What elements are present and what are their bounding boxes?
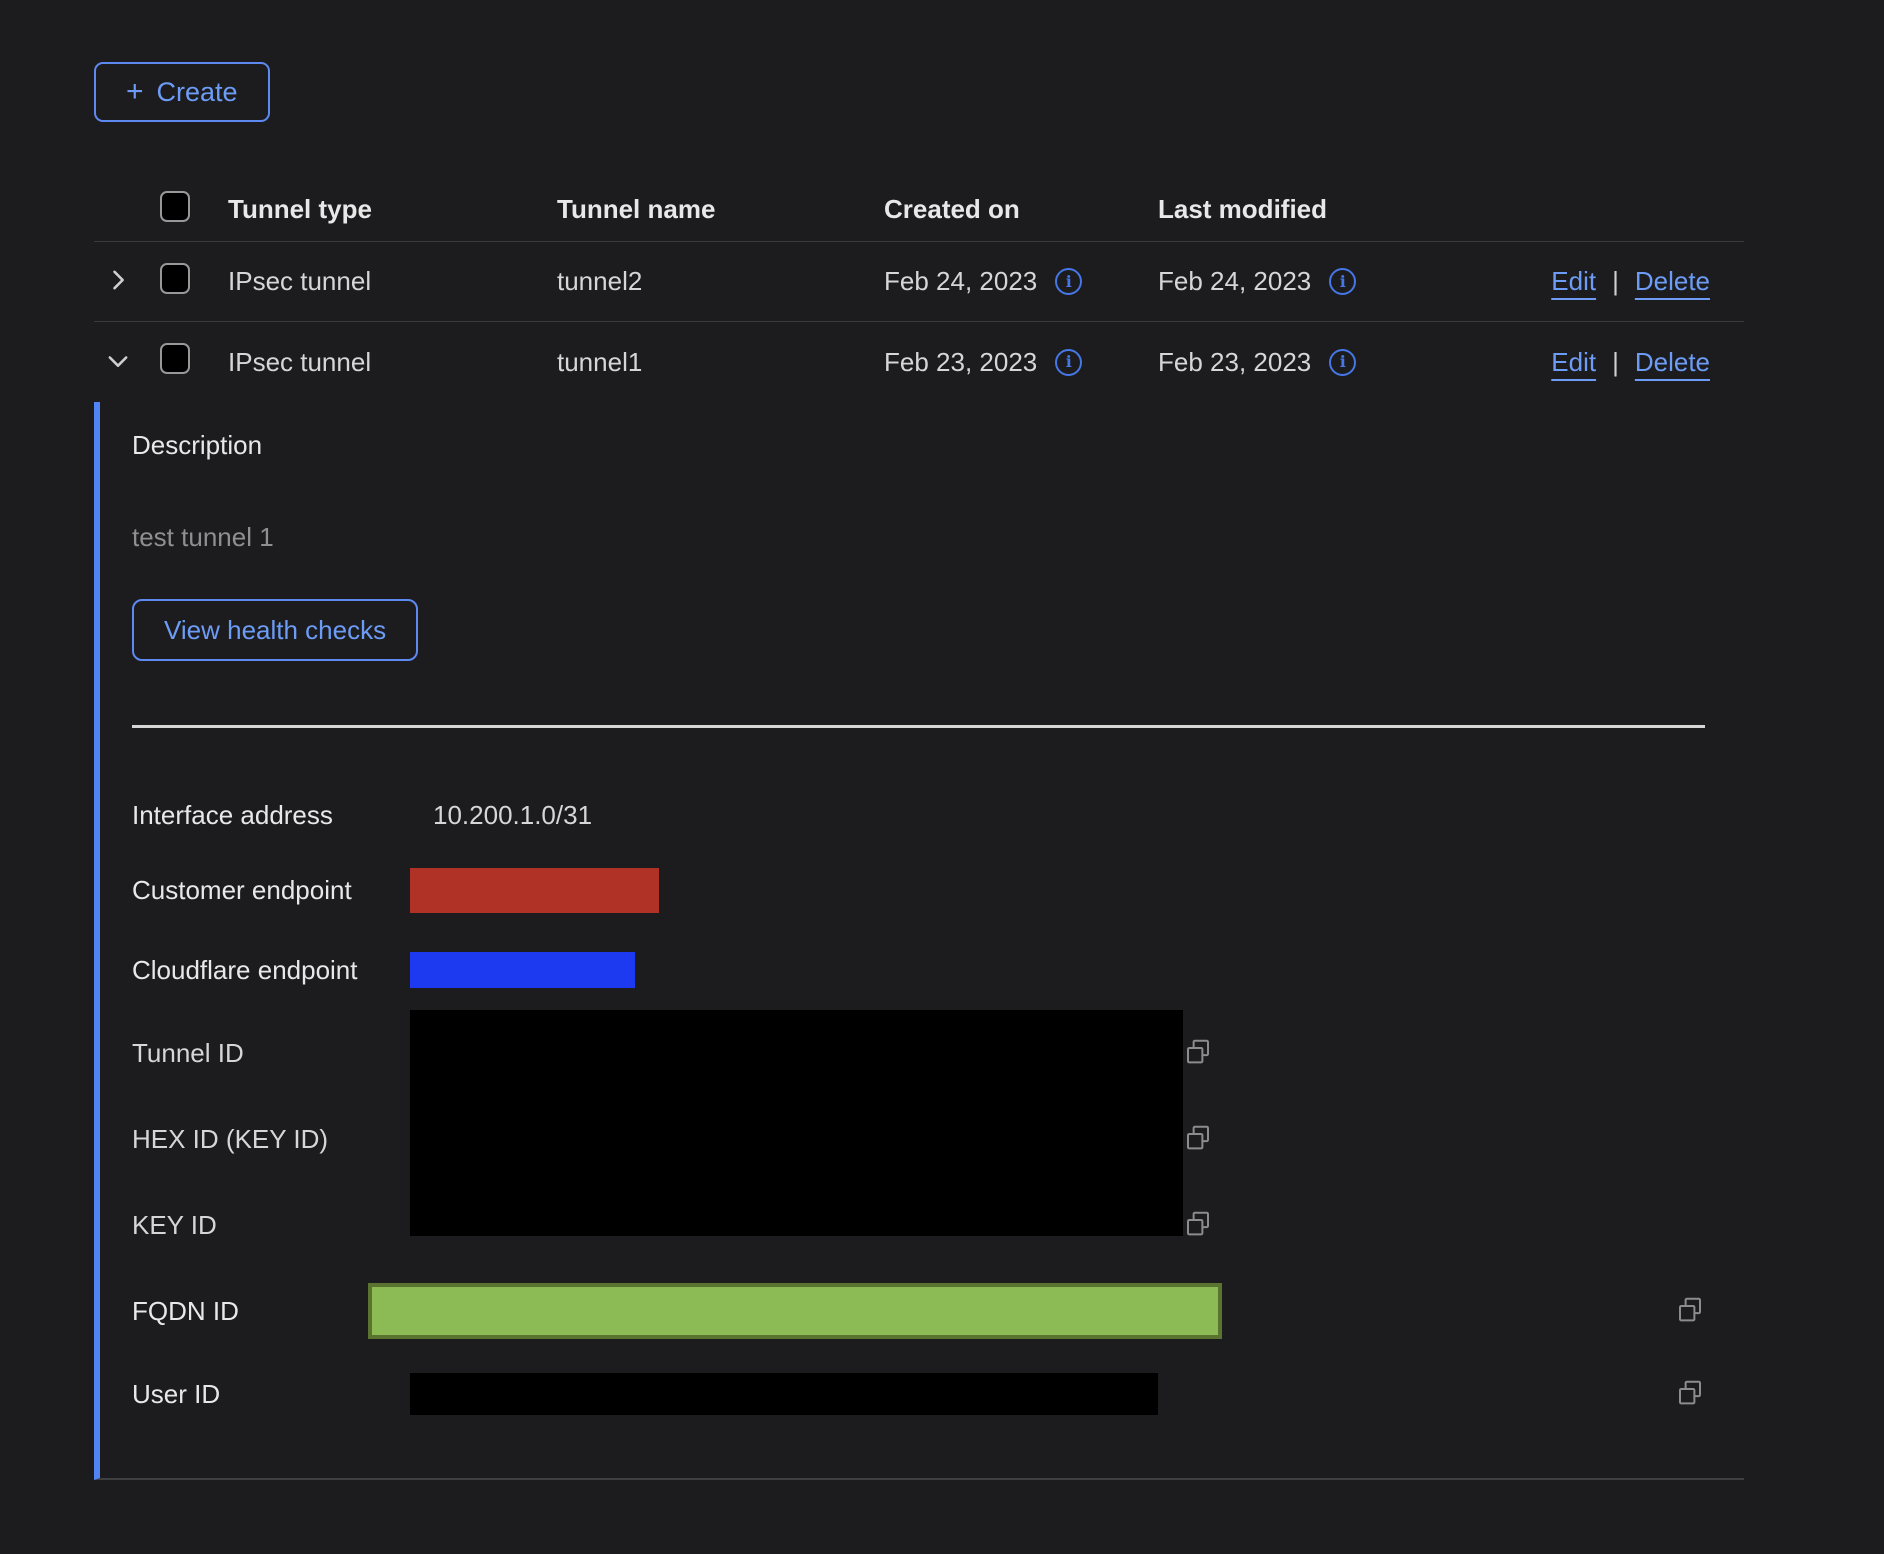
description-label: Description <box>132 430 1705 460</box>
delete-link[interactable]: Delete <box>1635 347 1710 378</box>
action-separator: | <box>1612 266 1619 297</box>
header-tunnel-type: Tunnel type <box>228 194 557 225</box>
tunnels-page: + Create Tunnel type Tunnel name Created… <box>0 0 1884 1554</box>
action-separator: | <box>1612 347 1619 378</box>
copy-icon <box>1183 1209 1213 1242</box>
edit-link[interactable]: Edit <box>1551 347 1596 378</box>
row-checkbox[interactable] <box>160 343 190 374</box>
customer-endpoint-redacted-value <box>410 868 659 913</box>
header-last-modified: Last modified <box>1158 194 1510 225</box>
user-id-row: User ID <box>132 1354 1705 1434</box>
cloudflare-endpoint-redacted-value <box>410 952 635 988</box>
cloudflare-endpoint-row: Cloudflare endpoint <box>132 930 1705 1010</box>
user-id-redacted-value <box>410 1373 1158 1415</box>
tunnel-ids-rows: Tunnel ID HEX ID (KEY ID) KEY ID <box>132 1010 1705 1268</box>
tunnel-name-cell: tunnel1 <box>557 347 884 378</box>
row-checkbox[interactable] <box>160 263 190 294</box>
customer-endpoint-label: Customer endpoint <box>132 875 410 906</box>
tunnel-detail-panel: Description test tunnel 1 View health ch… <box>94 402 1744 1480</box>
fqdn-id-row: FQDN ID <box>132 1268 1705 1354</box>
info-icon[interactable] <box>1329 268 1356 295</box>
tunnel-type-cell: IPsec tunnel <box>228 266 557 297</box>
header-created-on: Created on <box>884 194 1158 225</box>
description-value: test tunnel 1 <box>132 522 1705 553</box>
tunnel-fields: Interface address 10.200.1.0/31 Customer… <box>132 780 1705 1434</box>
select-all-checkbox[interactable] <box>160 191 190 222</box>
fqdn-id-redacted-value <box>368 1283 1222 1339</box>
chevron-right-icon <box>104 266 132 297</box>
interface-address-label: Interface address <box>132 800 410 831</box>
copy-fqdn-id-button[interactable] <box>1675 1295 1705 1328</box>
copy-icon <box>1183 1037 1213 1070</box>
delete-link[interactable]: Delete <box>1635 266 1710 297</box>
cloudflare-endpoint-label: Cloudflare endpoint <box>132 955 410 986</box>
copy-user-id-button[interactable] <box>1675 1378 1705 1411</box>
collapse-row-button[interactable] <box>104 347 132 378</box>
last-modified-cell: Feb 23, 2023 <box>1158 347 1311 378</box>
table-header: Tunnel type Tunnel name Created on Last … <box>94 178 1744 242</box>
created-on-cell: Feb 24, 2023 <box>884 266 1037 297</box>
view-health-checks-button[interactable]: View health checks <box>132 599 418 661</box>
hex-id-label: HEX ID (KEY ID) <box>132 1096 410 1182</box>
section-divider <box>132 725 1705 728</box>
user-id-label: User ID <box>132 1379 410 1410</box>
tunnel-id-label: Tunnel ID <box>132 1010 410 1096</box>
tunnel-name-cell: tunnel2 <box>557 266 884 297</box>
plus-icon: + <box>126 77 144 107</box>
info-icon[interactable] <box>1329 349 1356 376</box>
created-on-cell: Feb 23, 2023 <box>884 347 1037 378</box>
key-id-label: KEY ID <box>132 1182 410 1268</box>
header-tunnel-name: Tunnel name <box>557 194 884 225</box>
info-icon[interactable] <box>1055 268 1082 295</box>
copy-icon <box>1675 1295 1705 1328</box>
expand-row-button[interactable] <box>104 266 132 297</box>
copy-icon <box>1183 1123 1213 1156</box>
last-modified-cell: Feb 24, 2023 <box>1158 266 1311 297</box>
chevron-down-icon <box>104 347 132 378</box>
copy-icon <box>1675 1378 1705 1411</box>
create-button[interactable]: + Create <box>94 62 270 122</box>
tunnel-type-cell: IPsec tunnel <box>228 347 557 378</box>
info-icon[interactable] <box>1055 349 1082 376</box>
tunnels-table: Tunnel type Tunnel name Created on Last … <box>94 178 1744 1480</box>
interface-address-value: 10.200.1.0/31 <box>433 800 592 831</box>
copy-hex-id-button[interactable] <box>1183 1123 1213 1156</box>
edit-link[interactable]: Edit <box>1551 266 1596 297</box>
interface-address-row: Interface address 10.200.1.0/31 <box>132 780 1705 850</box>
copy-key-id-button[interactable] <box>1183 1209 1213 1242</box>
table-row: IPsec tunnel tunnel1 Feb 23, 2023 Feb 23… <box>94 322 1744 402</box>
copy-tunnel-id-button[interactable] <box>1183 1037 1213 1070</box>
table-row: IPsec tunnel tunnel2 Feb 24, 2023 Feb 24… <box>94 242 1744 322</box>
tunnel-ids-redacted-value <box>410 1010 1183 1236</box>
customer-endpoint-row: Customer endpoint <box>132 850 1705 930</box>
create-button-label: Create <box>157 77 238 108</box>
